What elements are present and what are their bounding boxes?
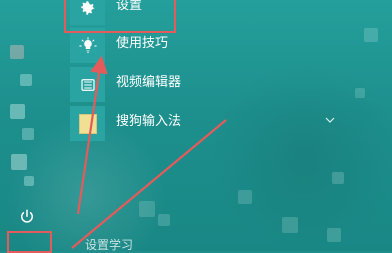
video-editor-icon	[70, 67, 105, 102]
left-pixel	[10, 45, 24, 59]
menu-item-sogou-input[interactable]: 搜狗输入法	[70, 106, 290, 142]
left-pixel	[20, 74, 32, 86]
noise-pixel	[364, 28, 378, 42]
noise-pixel	[238, 190, 252, 204]
settings-highlight-box	[64, 0, 176, 33]
power-icon[interactable]	[13, 203, 41, 231]
chevron-down-icon[interactable]	[324, 114, 336, 126]
menu-item-label: 使用技巧	[116, 36, 169, 51]
bottom-partial-label: 设置学习	[85, 238, 134, 252]
left-pixel	[11, 154, 27, 170]
noise-pixel	[327, 228, 341, 242]
noise-pixel	[158, 214, 170, 226]
power-highlight-box	[7, 231, 52, 253]
sogou-input-icon	[78, 113, 97, 134]
sogou-input-icon	[70, 106, 105, 141]
left-pixel	[10, 104, 25, 119]
menu-item-label: 视频编辑器	[116, 75, 182, 90]
left-pixel	[22, 128, 34, 140]
noise-pixel	[332, 172, 344, 184]
left-pixel	[24, 176, 34, 186]
noise-pixel	[139, 201, 155, 217]
menu-item-tips[interactable]: 使用技巧	[70, 28, 290, 64]
noise-pixel	[355, 88, 365, 98]
menu-item-video-editor[interactable]: 视频编辑器	[70, 67, 290, 103]
menu-item-label: 搜狗输入法	[116, 114, 182, 129]
noise-pixel	[282, 217, 298, 233]
start-menu-background: 设置 使用技巧 视频编辑器 搜狗输入法 设置学习	[0, 0, 392, 253]
lightbulb-icon	[70, 28, 105, 63]
